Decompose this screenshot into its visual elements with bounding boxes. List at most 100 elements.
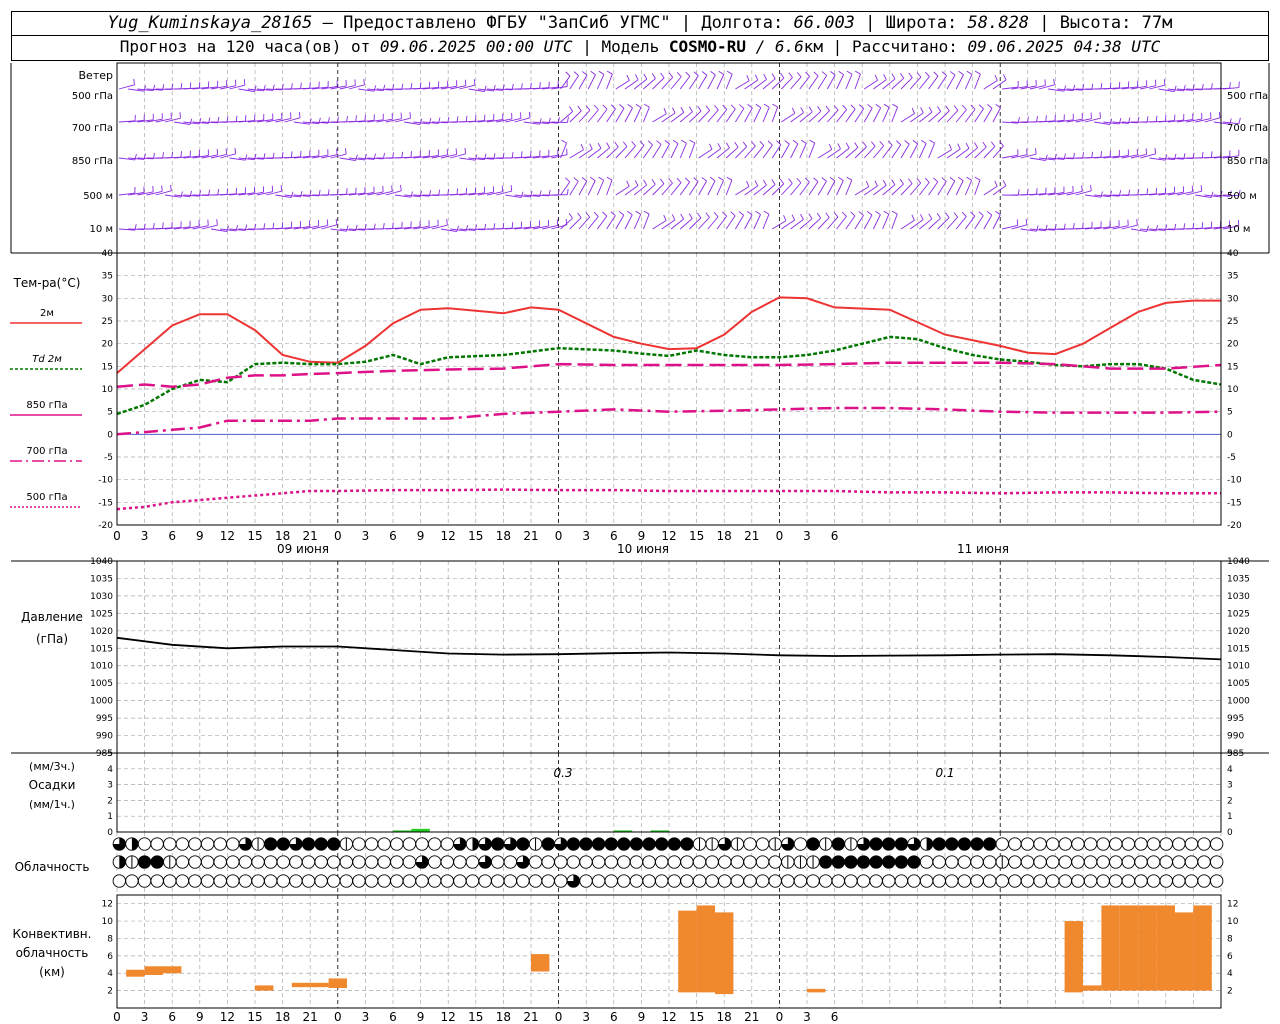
cloud-middle	[1159, 855, 1173, 869]
wind-level-700hpa: 700 гПа	[72, 123, 113, 134]
wind-barb	[578, 216, 591, 230]
wind-barb-flag	[1200, 185, 1203, 192]
wind-barb	[808, 181, 819, 196]
wind-barb	[450, 153, 466, 159]
cloud-lower	[932, 874, 946, 888]
wind-barb	[716, 74, 725, 90]
wind-barb-flag	[995, 103, 1001, 109]
cloud-upper	[1008, 837, 1022, 851]
wind-barb-flag	[573, 71, 579, 76]
wind-barb	[753, 214, 761, 230]
cloud-upper-fill	[264, 837, 277, 851]
wind-barb	[587, 180, 596, 196]
cloud-middle	[1121, 855, 1136, 869]
wind-barb-flag	[783, 215, 787, 221]
wind-barb	[615, 214, 625, 230]
xtick-conv: 12	[220, 1010, 235, 1024]
wind-barb-flag	[189, 118, 193, 125]
wind-barb	[845, 215, 856, 230]
wind-barb	[762, 107, 770, 123]
conv-bar	[1119, 905, 1139, 991]
cloud-upper	[1096, 837, 1110, 851]
press-ytick-right: 1020	[1227, 627, 1250, 637]
cloud-middle	[1096, 855, 1110, 869]
cloud-middle	[718, 855, 732, 869]
wind-barb-flag	[606, 176, 613, 181]
cloud-upper	[1020, 837, 1035, 851]
wind-barb-flag	[1210, 151, 1213, 158]
cloud-upper	[427, 837, 442, 851]
wind-barb-flag	[755, 103, 762, 108]
wind-barb-flag	[908, 178, 913, 184]
wind-barb-flag	[767, 140, 773, 146]
cloud-lower	[200, 874, 215, 888]
wind-barb-flag	[726, 176, 733, 181]
wind-barb-flag	[511, 151, 514, 159]
wind-barb-flag	[710, 70, 716, 76]
cloud-lower	[882, 874, 896, 888]
wind-barb-flag	[759, 140, 765, 146]
wind-barb-flag	[528, 111, 531, 118]
xtick-conv: 3	[141, 1010, 149, 1024]
wind-barb	[670, 182, 682, 196]
cloud-middle-half	[119, 855, 126, 869]
wind-barb	[698, 75, 708, 90]
xtick-temp: 12	[661, 529, 676, 543]
wind-barb-flag	[982, 141, 987, 148]
xtick-temp: 9	[417, 529, 425, 543]
precip-ytick-right: 5	[1227, 749, 1233, 759]
precip-total-day3: 0.1	[935, 766, 954, 780]
cloud-middle-fill	[907, 855, 921, 869]
cloud-middle	[427, 855, 442, 869]
precip-ytick-left: 0	[107, 828, 113, 838]
cloud-lower	[554, 874, 568, 888]
cloud-lower	[1184, 874, 1199, 888]
wind-barb-flag	[598, 176, 604, 181]
wind-barb-flag	[400, 184, 402, 191]
wind-barb-flag	[419, 82, 422, 89]
wind-barb	[716, 109, 728, 123]
wind-barb-flag	[539, 82, 541, 89]
wind-barb-flag	[598, 70, 605, 75]
cloud-middle	[327, 855, 341, 869]
wind-barb-flag	[643, 103, 650, 108]
cloud-upper-fill	[579, 837, 593, 851]
cloud-lower	[1121, 874, 1136, 888]
wind-barb-flag	[817, 106, 822, 112]
wind-barb	[919, 182, 930, 196]
temp-ytick-right: 35	[1227, 272, 1238, 282]
cloud-upper-half	[472, 837, 479, 851]
xtick-temp: 3	[582, 529, 590, 543]
wind-barb	[918, 143, 927, 159]
wind-barb	[606, 108, 616, 123]
cloud-lower	[1134, 874, 1148, 888]
conv-ytick-left: 4	[107, 969, 113, 979]
cloud-lower	[364, 874, 379, 888]
temp-ytick-right: -5	[1227, 453, 1236, 463]
wind-barb	[882, 107, 890, 123]
cloud-upper-fill	[895, 837, 908, 851]
precip-ytick-left: 5	[107, 749, 113, 759]
wind-barb-flag	[929, 139, 935, 144]
wind-barb-flag	[874, 180, 878, 187]
cloud-middle-fill	[832, 855, 845, 869]
wind-barb-flag	[829, 176, 836, 182]
cloud-lower	[819, 874, 833, 888]
wind-barb-flag	[1072, 222, 1075, 230]
cloud-lower	[705, 874, 719, 888]
precip-ytick-right: 1	[1227, 812, 1233, 822]
press-ytick-left: 995	[96, 714, 113, 724]
cloud-middle	[957, 855, 972, 869]
wind-barb	[845, 179, 853, 196]
cloud-middle	[1020, 855, 1035, 869]
wind-barb-flag	[779, 178, 785, 185]
wind-barb-flag	[354, 79, 356, 86]
wind-barb-flag	[1145, 148, 1148, 155]
cloud-upper-fill	[882, 837, 895, 851]
wind-barb	[836, 109, 848, 123]
cloud-lower	[516, 874, 530, 888]
xtick-temp: 9	[638, 529, 646, 543]
wind-barb-flag	[651, 179, 656, 185]
wind-barb-flag	[936, 213, 941, 219]
wind-barb	[909, 76, 922, 90]
